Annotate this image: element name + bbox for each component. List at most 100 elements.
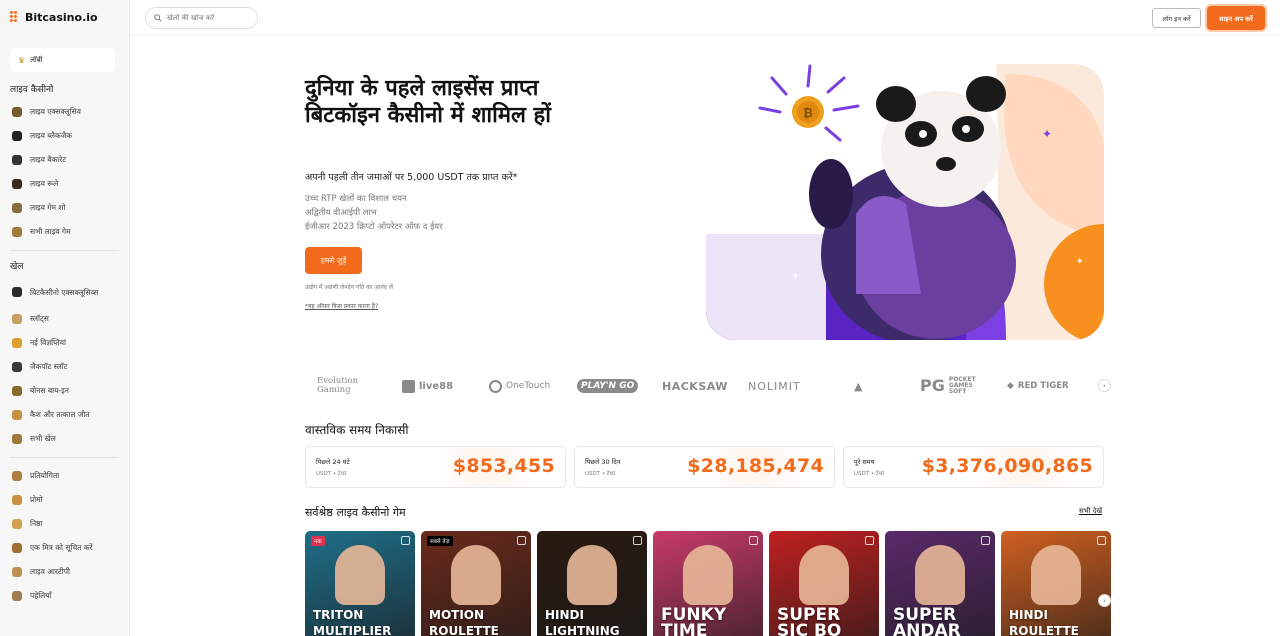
roulette-icon bbox=[12, 179, 22, 189]
sidebar-item[interactable]: नई विज्ञप्तियां bbox=[0, 331, 129, 355]
game-tile[interactable]: HINDI LIGHTNING bbox=[537, 531, 647, 636]
svg-text:₿: ₿ bbox=[803, 106, 813, 120]
favorite-icon[interactable] bbox=[1097, 536, 1106, 545]
sidebar-item[interactable]: लाइव बैकारेट bbox=[0, 148, 129, 172]
join-button[interactable]: हमसे जुड़ें bbox=[305, 247, 362, 274]
hero-feature: उच्च RTP खेलों का विशाल चयन bbox=[305, 194, 407, 204]
withdrawal-amount: $28,185,474 bbox=[687, 455, 824, 477]
provider-name: Evolution Gaming bbox=[317, 376, 359, 395]
live-exclusive-icon bbox=[12, 107, 22, 117]
dealer-image bbox=[567, 545, 617, 605]
sidebar-item[interactable]: सभी खेल bbox=[0, 427, 129, 451]
sidebar-item-label: निष्ठा bbox=[30, 519, 43, 528]
cash-icon bbox=[12, 410, 22, 420]
new-icon bbox=[12, 338, 22, 348]
withdrawal-card: पूरे समय USDT • टेथर $3,376,090,865 bbox=[843, 446, 1104, 488]
sidebar-item-label: बोनस बाय-इन bbox=[30, 386, 69, 395]
provider-logo[interactable]: PG POCKET GAMES SOFT bbox=[920, 377, 977, 395]
sidebar-item-label: लाइव बैकारेट bbox=[30, 155, 67, 164]
favorite-icon[interactable] bbox=[517, 536, 526, 545]
provider-name: HACKSAW bbox=[662, 379, 728, 393]
sidebar-item[interactable]: पहेलियाँ bbox=[0, 584, 129, 608]
grid-icon bbox=[12, 227, 22, 237]
search-input[interactable] bbox=[167, 14, 247, 22]
game-tile[interactable]: नया TRITON MULTIPLIER bbox=[305, 531, 415, 636]
provider-logo[interactable]: HACKSAW bbox=[662, 380, 728, 393]
withdrawal-card: पिछले 30 दिन USDT • टेथर $28,185,474 bbox=[574, 446, 835, 488]
sidebar-item[interactable]: जैकपॉट स्लॉट bbox=[0, 355, 129, 379]
sidebar-item[interactable]: बिटकैसीनो एक्सक्लूसिव्स bbox=[0, 277, 129, 307]
game-tile[interactable]: FUNKY TIME bbox=[653, 531, 763, 636]
signup-button[interactable]: साइन अप करें bbox=[1207, 6, 1265, 30]
dealer-image bbox=[451, 545, 501, 605]
game-tile[interactable]: HINDI ROULETTE bbox=[1001, 531, 1111, 636]
sidebar-item[interactable]: लाइव एक्सक्लूसिव bbox=[0, 100, 129, 124]
provider-logo[interactable]: ◆ RED TIGER bbox=[1007, 381, 1069, 391]
provider-logo[interactable]: live88 bbox=[402, 379, 453, 393]
provider-logo[interactable]: NOLIMIT bbox=[748, 380, 801, 393]
provider-name: NOLIMIT bbox=[748, 379, 801, 393]
puzzle-icon bbox=[12, 591, 22, 601]
onetouch-icon bbox=[489, 379, 502, 393]
crown-icon: ♛ bbox=[18, 55, 26, 65]
game-title: SUPER SIC BO bbox=[777, 605, 842, 636]
favorite-icon[interactable] bbox=[401, 536, 410, 545]
sidebar-item[interactable]: प्रोमो bbox=[0, 488, 129, 512]
sidebar: Bitcasino.io ♛ लॉबी लाइव कैसीनो लाइव एक्स… bbox=[0, 0, 130, 636]
game-show-icon bbox=[12, 203, 22, 213]
trophy-icon bbox=[12, 471, 22, 481]
provider-logo[interactable]: OneTouch bbox=[489, 379, 551, 393]
sidebar-section-title: खेल bbox=[10, 262, 24, 272]
live88-icon bbox=[402, 379, 415, 393]
withdrawal-currency: USDT • टेथर bbox=[854, 471, 885, 477]
withdrawal-period: पिछले 30 दिन bbox=[585, 458, 621, 466]
withdrawal-card: पिछले 24 घंटे USDT • टेथर $853,455 bbox=[305, 446, 566, 488]
favorite-icon[interactable] bbox=[633, 536, 642, 545]
login-button[interactable]: लॉग इन करें bbox=[1152, 8, 1201, 28]
game-title: MOTION ROULETTE bbox=[429, 608, 499, 636]
provider-name: OneTouch bbox=[506, 381, 551, 391]
chevron-right-icon: › bbox=[1103, 381, 1106, 390]
loyalty-icon bbox=[12, 519, 22, 529]
sidebar-item[interactable]: लाइव ब्लैकजैक bbox=[0, 124, 129, 148]
sidebar-item[interactable]: सभी लाइव गेम bbox=[0, 220, 129, 244]
game-tile[interactable]: सबसे तेज़ MOTION ROULETTE bbox=[421, 531, 531, 636]
sidebar-item[interactable]: लाइव गेम शो bbox=[0, 196, 129, 220]
favorite-icon[interactable] bbox=[865, 536, 874, 545]
svg-text:✦: ✦ bbox=[792, 272, 800, 282]
grid-icon bbox=[12, 434, 22, 444]
see-all-link[interactable]: सभी देखें bbox=[1079, 507, 1102, 516]
pg-logo-icon: PG bbox=[920, 376, 945, 395]
top-header: लॉग इन करें साइन अप करें bbox=[131, 0, 1280, 36]
provider-logo[interactable]: PLAY'N GO bbox=[577, 379, 639, 393]
sidebar-item[interactable]: लाइव रूले bbox=[0, 172, 129, 196]
withdrawal-currency: USDT • टेथर bbox=[316, 471, 347, 477]
sidebar-item[interactable]: कैश और तत्काल जीत bbox=[0, 403, 129, 427]
withdrawal-amount: $3,376,090,865 bbox=[921, 455, 1093, 477]
favorite-icon[interactable] bbox=[749, 536, 758, 545]
provider-strip: Evolution Gaming live88 OneTouch PLAY'N … bbox=[305, 371, 1115, 401]
triangle-logo-icon: ▲ bbox=[854, 379, 863, 393]
sidebar-item[interactable]: प्रतियोगिता bbox=[0, 464, 129, 488]
search-box[interactable] bbox=[145, 7, 258, 29]
dealer-image bbox=[799, 545, 849, 605]
offer-terms-link[interactable]: *यह ऑफ़र किस प्रकार करता है? bbox=[305, 302, 378, 310]
providers-next-button[interactable]: › bbox=[1098, 379, 1111, 392]
sidebar-item[interactable]: स्लॉट्स bbox=[0, 307, 129, 331]
game-tile[interactable]: SUPER SIC BO bbox=[769, 531, 879, 636]
favorite-icon[interactable] bbox=[981, 536, 990, 545]
brand-logo[interactable]: Bitcasino.io bbox=[0, 0, 129, 34]
brand-name: Bitcasino.io bbox=[25, 10, 98, 24]
provider-logo[interactable]: ▲ bbox=[854, 380, 862, 393]
sidebar-item[interactable]: एक मित्र को सूचित करें bbox=[0, 536, 129, 560]
sidebar-item[interactable]: निष्ठा bbox=[0, 512, 129, 536]
sidebar-item-label: लाइव आरटीपी bbox=[30, 567, 70, 576]
sidebar-item-label: लाइव रूले bbox=[30, 179, 59, 188]
games-next-button[interactable]: › bbox=[1098, 594, 1111, 607]
game-tile[interactable]: SUPER ANDAR bbox=[885, 531, 995, 636]
sidebar-item[interactable]: बोनस बाय-इन bbox=[0, 379, 129, 403]
sidebar-item-lobby[interactable]: ♛ लॉबी bbox=[10, 48, 115, 72]
provider-logo[interactable]: Evolution Gaming bbox=[317, 377, 375, 395]
promo-icon bbox=[12, 495, 22, 505]
sidebar-item[interactable]: लाइव आरटीपी bbox=[0, 560, 129, 584]
